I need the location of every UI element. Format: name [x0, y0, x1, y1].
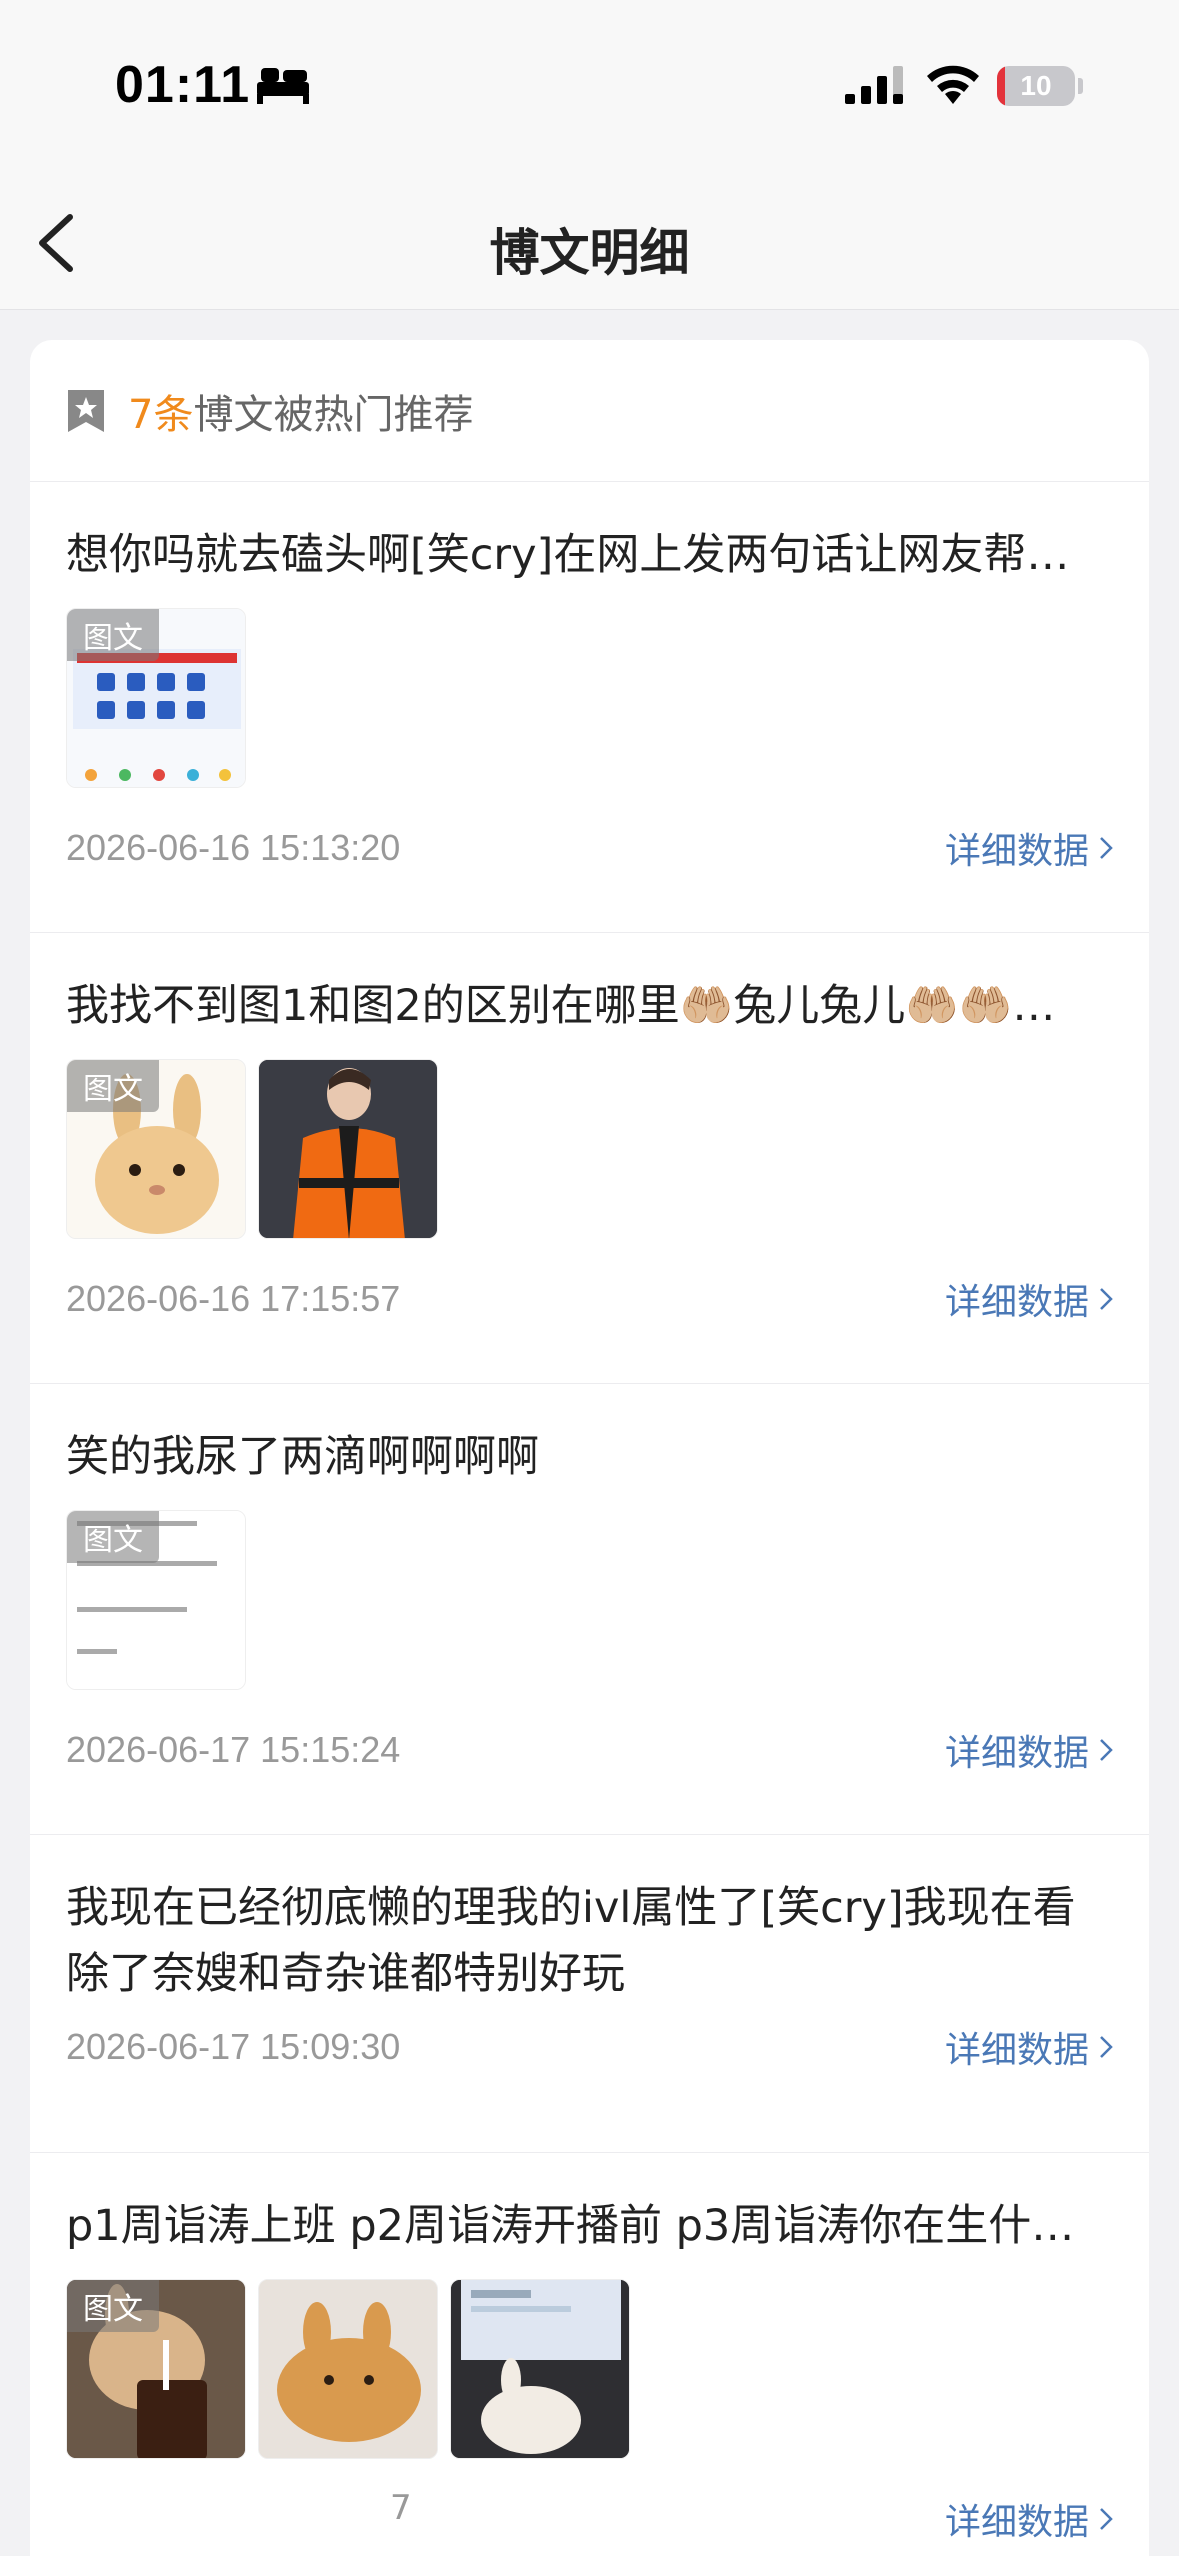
post-thumbnail[interactable]	[450, 2279, 630, 2459]
detail-link-label: 详细数据	[944, 2502, 1089, 2543]
battery-indicator: 10	[997, 66, 1075, 106]
chevron-right-icon	[1100, 1739, 1113, 1761]
post-time: 2026-06-17 15:15:24	[66, 1729, 401, 1770]
post-item[interactable]: 笑的我尿了两滴啊啊啊啊 图文 2026-06-17 15:15:24 详细数据	[30, 1384, 1149, 1835]
recommend-label: 博文被热门推荐	[193, 391, 474, 438]
post-footer: 2026-06-16 17:15:57 详细数据	[66, 1239, 1113, 1359]
bookmark-star-icon	[68, 389, 104, 432]
post-item[interactable]: 想你吗就去磕头啊[笑cry]在网上发两句话让网友帮… 图文 2026-06-16…	[30, 482, 1149, 933]
detail-data-link[interactable]: 详细数据	[945, 822, 1113, 874]
post-text: p1周诣涛上班 p2周诣涛开播前 p3周诣涛你在生什…	[66, 2201, 1075, 2251]
page-indicator: 7	[390, 2488, 412, 2528]
post-thumbnails: 图文	[66, 608, 1113, 788]
detail-data-link[interactable]: 详细数据	[945, 1724, 1113, 1776]
post-type-badge: 图文	[67, 609, 159, 661]
wifi-icon	[927, 65, 979, 104]
post-item[interactable]: 我找不到图1和图2的区别在哪里🤲🏼兔儿兔儿🤲🏼🤲🏼… 图文 2026-06-16…	[30, 933, 1149, 1384]
post-thumbnail[interactable]	[258, 1059, 438, 1239]
chevron-right-icon	[1100, 2508, 1113, 2530]
detail-link-label: 详细数据	[944, 1733, 1089, 1774]
detail-link-label: 详细数据	[944, 2030, 1089, 2071]
battery-cap	[1078, 78, 1083, 94]
page-title: 博文明细	[489, 224, 690, 282]
chevron-right-icon	[1100, 2036, 1113, 2058]
detail-data-link[interactable]: 详细数据	[945, 2021, 1113, 2073]
post-text: 我找不到图1和图2的区别在哪里🤲🏼兔儿兔儿🤲🏼🤲🏼…	[66, 981, 1056, 1031]
post-time: 2026-06-17 15:09:30	[66, 2026, 401, 2067]
detail-link-label: 详细数据	[944, 831, 1089, 872]
status-bar: 01:11 10	[0, 0, 1179, 175]
detail-data-link[interactable]: 详细数据	[945, 2493, 1113, 2545]
post-footer: 详细数据	[66, 2459, 1113, 2556]
recommend-summary: 7条 博文被热门推荐	[30, 340, 1149, 482]
chevron-right-icon	[1100, 1288, 1113, 1310]
post-thumbnail[interactable]: 图文	[66, 1059, 246, 1239]
sleep-focus-icon	[257, 68, 309, 104]
posts-card: 7条 博文被热门推荐 想你吗就去磕头啊[笑cry]在网上发两句话让网友帮… 图文	[30, 340, 1149, 2556]
rabbit-by-computer-image	[451, 2280, 629, 2458]
post-thumbnail[interactable]: 图文	[66, 608, 246, 788]
post-item[interactable]: 我现在已经彻底懒的理我的ivl属性了[笑cry]我现在看除了奈嫂和奇杂谁都特别好…	[30, 1835, 1149, 2153]
post-type-badge: 图文	[67, 1060, 159, 1112]
post-text: 笑的我尿了两滴啊啊啊啊	[66, 1432, 539, 1482]
detail-link-label: 详细数据	[944, 1282, 1089, 1323]
post-footer: 2026-06-16 15:13:20 详细数据	[66, 788, 1113, 908]
post-thumbnails: 图文	[66, 1510, 1113, 1690]
post-thumbnail[interactable]	[258, 2279, 438, 2459]
post-thumbnail[interactable]: 图文	[66, 1510, 246, 1690]
post-type-badge: 图文	[67, 1511, 159, 1563]
battery-percent: 10	[1020, 70, 1052, 101]
status-time: 01:11	[115, 56, 251, 114]
rabbit-photo-image	[259, 2280, 437, 2458]
post-text: 想你吗就去磕头啊[笑cry]在网上发两句话让网友帮…	[66, 530, 1070, 580]
post-footer: 2026-06-17 15:09:30 详细数据	[66, 1997, 1113, 2097]
detail-data-link[interactable]: 详细数据	[945, 1273, 1113, 1325]
post-thumbnails: 图文	[66, 2279, 1113, 2459]
person-orange-jacket-image	[259, 1060, 437, 1238]
post-footer: 2026-06-17 15:15:24 详细数据	[66, 1690, 1113, 1810]
post-time: 2026-06-16 17:15:57	[66, 1278, 401, 1319]
post-time: 2026-06-16 15:13:20	[66, 827, 401, 868]
post-type-badge: 图文	[67, 2280, 159, 2332]
post-item[interactable]: p1周诣涛上班 p2周诣涛开播前 p3周诣涛你在生什… 图文 详细数据	[30, 2153, 1149, 2556]
post-thumbnails: 图文	[66, 1059, 1113, 1239]
chevron-right-icon	[1100, 837, 1113, 859]
post-thumbnail[interactable]: 图文	[66, 2279, 246, 2459]
cellular-signal-icon	[845, 66, 903, 104]
navigation-bar: 博文明细	[0, 175, 1179, 310]
recommend-count: 7条	[128, 391, 194, 438]
post-text: 我现在已经彻底懒的理我的ivl属性了[笑cry]我现在看除了奈嫂和奇杂谁都特别好…	[66, 1883, 1076, 1999]
